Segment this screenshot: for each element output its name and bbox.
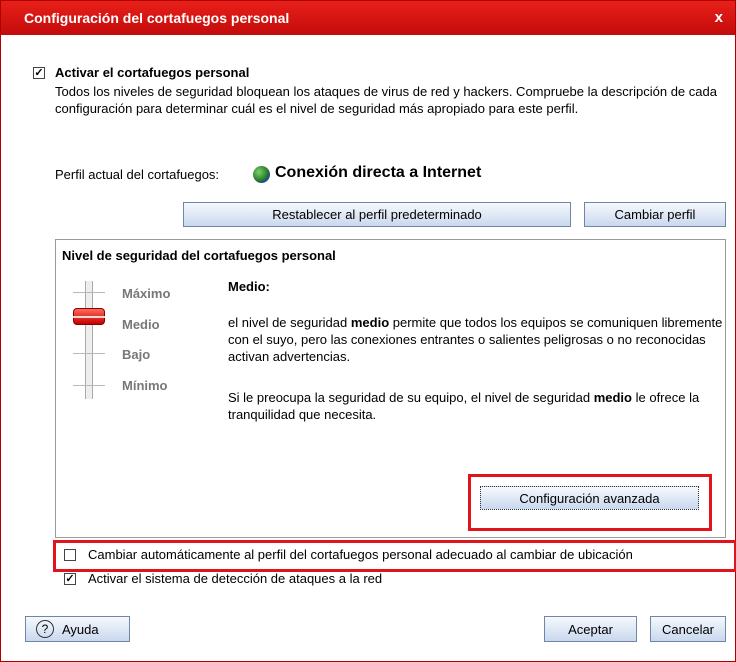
level-medio[interactable]: Medio (122, 317, 160, 332)
auto-change-profile-label: Cambiar automáticamente al perfil del co… (88, 547, 633, 562)
network-attack-detection-checkbox[interactable]: ✓ (64, 573, 76, 585)
enable-firewall-checkbox[interactable]: ✓ (33, 67, 45, 79)
slider-tick (73, 385, 105, 386)
slider-tick (73, 292, 105, 293)
enable-firewall-label: Activar el cortafuegos personal (55, 65, 250, 80)
level-recommendation-bold: medio (593, 390, 632, 405)
title-bar: Configuración del cortafuegos personal (1, 1, 735, 35)
change-profile-button[interactable]: Cambiar perfil (584, 202, 726, 227)
level-description-bold: medio (350, 315, 390, 330)
network-attack-detection-label: Activar el sistema de detección de ataqu… (88, 571, 383, 586)
level-recommendation-text: Si le preocupa la seguridad de su equipo… (228, 390, 594, 405)
level-minimo[interactable]: Mínimo (122, 378, 168, 393)
reset-profile-button[interactable]: Restablecer al perfil predeterminado (183, 202, 571, 227)
help-icon: ? (36, 620, 54, 638)
level-description-text: el nivel de seguridad (228, 315, 351, 330)
slider-thumb-grip (73, 316, 105, 318)
slider-tick (73, 353, 105, 354)
advanced-settings-button[interactable]: Configuración avanzada (480, 486, 699, 510)
level-description: el nivel de seguridad medio permite que … (228, 314, 724, 365)
security-panel-title: Nivel de seguridad del cortafuegos perso… (62, 248, 336, 263)
help-button-label: Ayuda (62, 621, 99, 637)
auto-change-profile-checkbox[interactable] (64, 549, 76, 561)
security-level-slider[interactable] (85, 281, 93, 399)
level-maximo[interactable]: Máximo (122, 286, 170, 301)
level-recommendation: Si le preocupa la seguridad de su equipo… (228, 389, 724, 423)
close-icon[interactable]: x (715, 9, 723, 26)
ok-button[interactable]: Aceptar (544, 616, 637, 642)
help-button[interactable]: ? Ayuda (25, 616, 130, 642)
firewall-settings-dialog: Configuración del cortafuegos personal x… (0, 0, 736, 662)
current-profile-label: Perfil actual del cortafuegos: (55, 167, 220, 182)
globe-icon (253, 166, 270, 183)
level-heading: Medio: (228, 279, 270, 294)
firewall-description: Todos los niveles de seguridad bloquean … (55, 84, 717, 116)
cancel-button[interactable]: Cancelar (650, 616, 726, 642)
window-title: Configuración del cortafuegos personal (24, 10, 290, 26)
level-bajo[interactable]: Bajo (122, 347, 150, 362)
current-profile-value: Conexión directa a Internet (275, 164, 482, 181)
